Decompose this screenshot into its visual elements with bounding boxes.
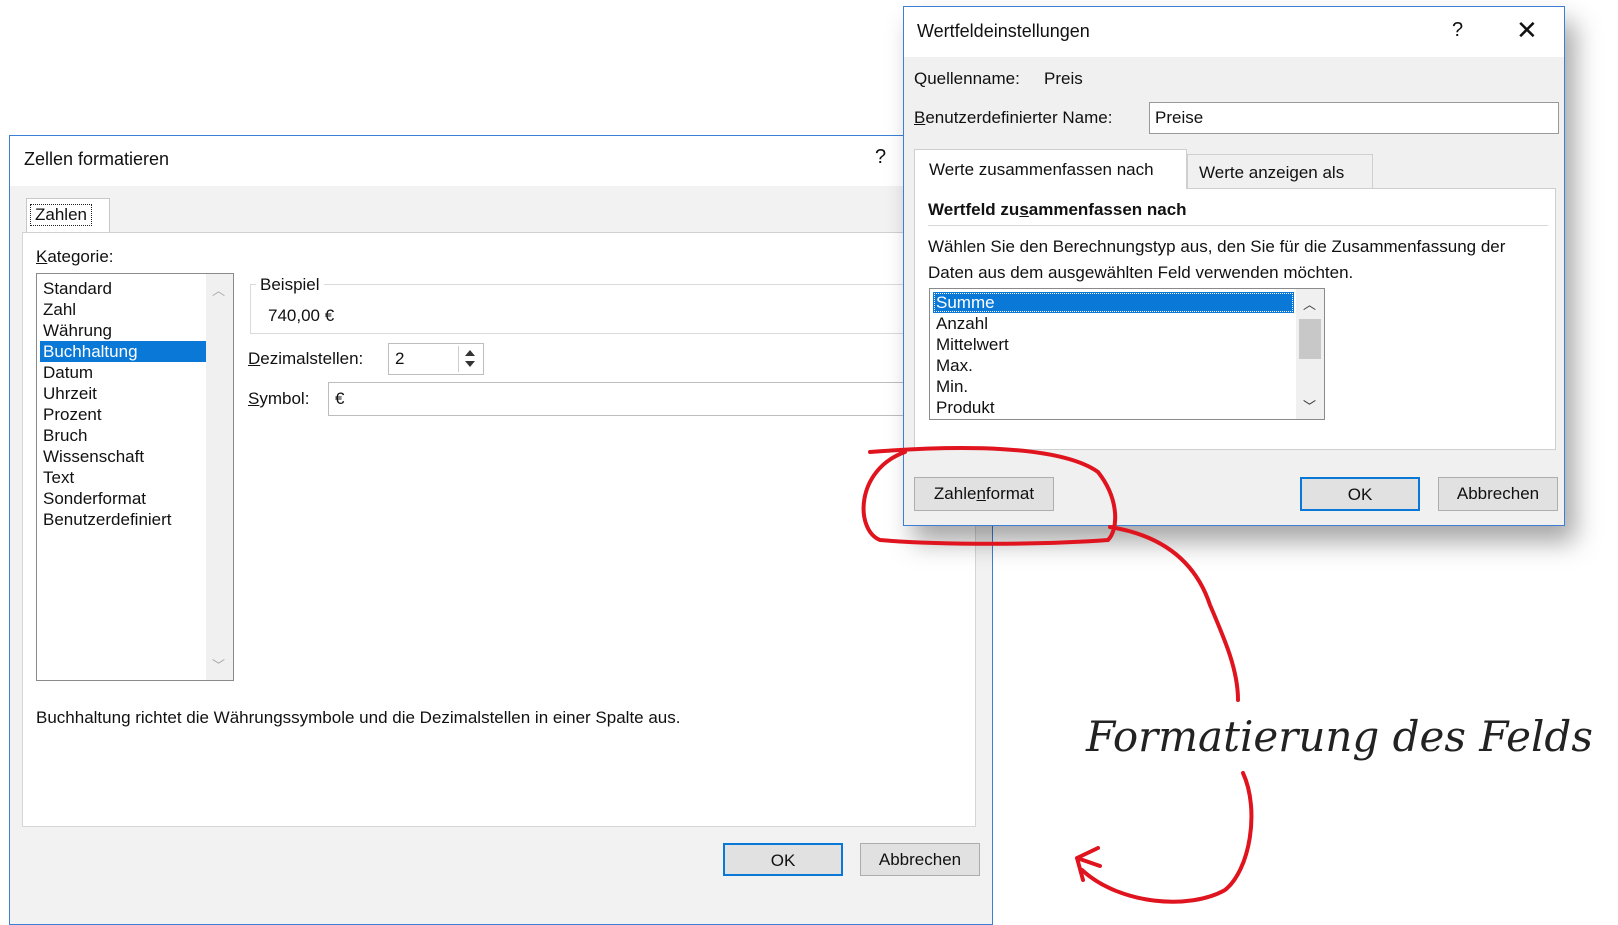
list-item[interactable]: Mittelwert xyxy=(933,334,1294,355)
benutzername-value: Preise xyxy=(1155,108,1204,127)
wertfeldeinstellungen-dialog: Wertfeldeinstellungen ? ✕ Quellenname: P… xyxy=(903,6,1565,526)
tab-werte-zusammenfassen[interactable]: Werte zusammenfassen nach xyxy=(914,149,1187,189)
list-item-selected[interactable]: Summe xyxy=(933,292,1294,313)
kategorie-list[interactable]: Standard Zahl Währung Buchhaltung Datum … xyxy=(36,273,234,681)
tab-zahlen-label: Zahlen xyxy=(30,204,92,226)
benutzername-input[interactable]: Preise xyxy=(1149,102,1559,134)
list-item[interactable]: Zahl xyxy=(40,299,209,320)
symbol-label: Symbol: xyxy=(248,389,310,408)
benutzername-label: Benutzerdefinierter Name: xyxy=(914,108,1113,127)
close-icon[interactable]: ✕ xyxy=(1516,15,1538,46)
list-item[interactable]: Währung xyxy=(40,320,209,341)
spin-up-icon[interactable] xyxy=(465,350,475,356)
tab-label: Werte anzeigen als xyxy=(1199,163,1345,182)
spin-buttons[interactable] xyxy=(458,346,481,372)
ok-button[interactable]: OK xyxy=(1300,477,1420,511)
tab-werte-anzeigen[interactable]: Werte anzeigen als xyxy=(1187,154,1373,188)
beispiel-group xyxy=(250,284,970,334)
scrollbar[interactable]: ︿ ﹀ xyxy=(206,274,233,680)
list-item[interactable]: Wissenschaft xyxy=(40,446,209,467)
dialog-title: Wertfeldeinstellungen xyxy=(917,21,1090,41)
beispiel-value: 740,00 € xyxy=(268,306,335,325)
help-icon[interactable]: ? xyxy=(1452,19,1463,42)
list-item[interactable]: Datum xyxy=(40,362,209,383)
arrow-stroke-lower xyxy=(1080,771,1254,904)
dezimalstellen-stepper[interactable]: 2 xyxy=(388,343,484,375)
help-icon[interactable]: ? xyxy=(875,146,886,169)
spin-down-icon[interactable] xyxy=(465,361,475,367)
list-item-selected[interactable]: Buchhaltung xyxy=(40,341,209,362)
tab-zahlen[interactable]: Zahlen xyxy=(26,198,110,232)
list-item[interactable]: Sonderformat xyxy=(40,488,209,509)
zellen-formatieren-dialog: Zellen formatieren ? Zahlen Kategorie: S… xyxy=(9,135,993,925)
quellenname-value: Preis xyxy=(1044,69,1083,88)
scroll-down-icon[interactable]: ﹀ xyxy=(1303,396,1316,415)
symbol-select[interactable]: € xyxy=(328,382,978,416)
cancel-button[interactable]: Abbrechen xyxy=(860,843,980,876)
ok-button[interactable]: OK xyxy=(723,843,843,876)
arrowhead-stroke xyxy=(1075,846,1102,882)
scroll-up-icon[interactable]: ︿ xyxy=(1303,294,1316,313)
list-item[interactable]: Max. xyxy=(933,355,1294,376)
section-description: Wählen Sie den Berechnungstyp aus, den S… xyxy=(928,237,1506,282)
dezimalstellen-label: Dezimalstellen: xyxy=(248,349,364,368)
section-divider xyxy=(928,225,1548,226)
zahlenformat-button[interactable]: Zahlenformat xyxy=(914,477,1054,511)
list-item[interactable]: Standard xyxy=(40,278,209,299)
list-item[interactable]: Prozent xyxy=(40,404,209,425)
list-item[interactable]: Uhrzeit xyxy=(40,383,209,404)
kategorie-label: Kategorie: xyxy=(36,247,114,266)
category-description: Buchhaltung richtet die Währungssymbole … xyxy=(36,708,681,727)
scrollbar[interactable]: ︿ ﹀ xyxy=(1296,289,1324,419)
scrollbar-thumb[interactable] xyxy=(1299,319,1321,359)
symbol-value: € xyxy=(335,389,345,408)
tab-label: Werte zusammenfassen nach xyxy=(929,160,1154,179)
cancel-button[interactable]: Abbrechen xyxy=(1438,477,1558,511)
list-item[interactable]: Produkt xyxy=(933,397,1294,418)
list-item[interactable]: Anzahl xyxy=(933,313,1294,334)
section-heading: Wertfeld zusammenfassen nach xyxy=(928,200,1187,219)
dezimalstellen-value[interactable]: 2 xyxy=(395,349,404,369)
annotation-label: Formatierung des Felds xyxy=(1086,712,1593,761)
list-item[interactable]: Min. xyxy=(933,376,1294,397)
list-item[interactable]: Benutzerdefiniert xyxy=(40,509,209,530)
arrow-stroke-upper xyxy=(1108,525,1240,702)
berechnungstyp-list[interactable]: Summe Anzahl Mittelwert Max. Min. Produk… xyxy=(929,288,1325,420)
dialog-title: Zellen formatieren xyxy=(24,149,170,169)
list-item[interactable]: Text xyxy=(40,467,209,488)
scroll-down-icon[interactable]: ﹀ xyxy=(212,655,225,674)
scroll-up-icon[interactable]: ︿ xyxy=(212,280,225,299)
beispiel-label: Beispiel xyxy=(256,275,324,295)
list-item[interactable]: Bruch xyxy=(40,425,209,446)
quellenname-label: Quellenname: xyxy=(914,69,1020,88)
